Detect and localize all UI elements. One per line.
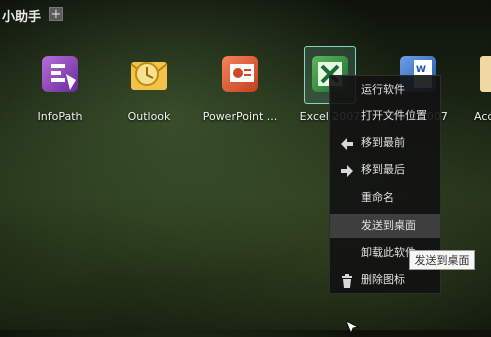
app-label: Outlook — [127, 110, 171, 123]
tooltip: 发送到桌面 — [409, 250, 475, 270]
menu-item-open-location[interactable]: 打开文件位置 — [330, 104, 440, 128]
menu-item-label: 移到最后 — [361, 163, 405, 176]
app-infopath[interactable]: InfoPath — [20, 50, 100, 136]
menu-item-run[interactable]: 运行软件 — [330, 78, 440, 102]
menu-item-send-to-desktop[interactable]: 发送到桌面 — [330, 214, 440, 238]
menu-item-move-last[interactable]: 移到最后 — [330, 158, 440, 182]
app-label: PowerPoint ... — [202, 110, 278, 123]
trash-icon — [340, 273, 354, 288]
menu-item-label: 移到最前 — [361, 136, 405, 149]
arrow-left-icon — [340, 136, 354, 150]
cursor-icon — [345, 318, 360, 335]
app-title: 小助手 — [2, 10, 42, 25]
menu-item-label: 打开文件位置 — [361, 109, 427, 122]
outlook-icon — [125, 50, 173, 98]
add-button[interactable]: + — [49, 7, 63, 21]
header-bar: 小助手 + — [0, 0, 491, 28]
app-powerpoint[interactable]: PowerPoint ... — [200, 50, 280, 136]
svg-text:W: W — [416, 65, 426, 75]
app-icon — [470, 50, 491, 98]
menu-item-move-first[interactable]: 移到最前 — [330, 131, 440, 155]
menu-item-label: 删除图标 — [361, 273, 405, 286]
app-label: Acc — [474, 110, 491, 123]
app-outlook[interactable]: Outlook — [109, 50, 189, 136]
powerpoint-icon — [216, 50, 264, 98]
infopath-icon — [36, 50, 84, 98]
arrow-right-icon — [340, 163, 354, 177]
menu-item-rename[interactable]: 重命名 — [330, 186, 440, 210]
app-label: InfoPath — [37, 110, 83, 123]
menu-item-label: 卸载此软件 — [361, 246, 416, 259]
app-access[interactable]: Acc — [470, 50, 491, 136]
menu-item-label: 运行软件 — [361, 83, 405, 96]
menu-item-label: 重命名 — [361, 191, 394, 204]
menu-item-label: 发送到桌面 — [361, 219, 416, 232]
menu-item-delete-icon[interactable]: 删除图标 — [330, 268, 440, 292]
